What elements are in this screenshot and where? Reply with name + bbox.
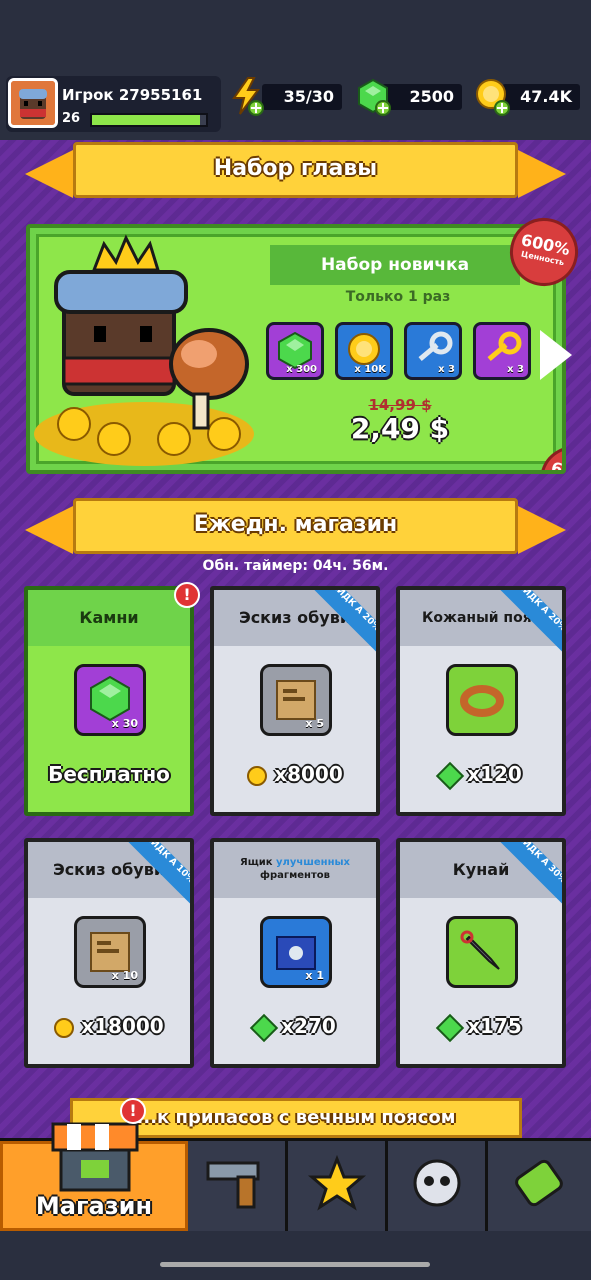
chapter-pack-title: Набор главы (73, 142, 518, 198)
daily-shop-title: Ежедн. магазин (73, 498, 518, 554)
price-button[interactable]: x175 (400, 1013, 562, 1042)
shop-card-fragment-chest[interactable]: Ящик улучшенных фрагментов x 1 x270 (210, 838, 380, 1068)
card-title: Ящик улучшенных фрагментов (214, 842, 376, 898)
item-qty: x 10K (354, 364, 386, 375)
hero-with-meat-icon (34, 234, 254, 466)
coin-icon (54, 1017, 75, 1038)
coin-item-icon[interactable]: x 10K (335, 322, 393, 380)
card-title-highlight: улучшенных (276, 857, 350, 868)
price-value: x270 (281, 1014, 336, 1038)
coin-icon (247, 765, 268, 786)
energy-counter[interactable]: 35/30 (262, 84, 342, 110)
leather-belt-icon (446, 664, 518, 736)
star-swords-icon (307, 1154, 367, 1211)
shop-card-boots-blueprint[interactable]: Эскиз обуви СКИДК А 20% x 5 x8000 (210, 586, 380, 816)
silver-key-icon[interactable]: x 3 (404, 322, 462, 380)
system-bar (0, 1232, 591, 1280)
banner-left-arrow (25, 506, 73, 554)
item-qty: x 300 (286, 364, 317, 375)
revolver-icon (206, 1161, 260, 1209)
banner-left-arrow (25, 150, 73, 198)
card-qty: x 30 (111, 717, 138, 730)
xp-bar-fill (92, 115, 201, 125)
price-button[interactable]: x270 (214, 1013, 376, 1042)
card-qty: x 5 (305, 717, 324, 730)
card-qty: x 10 (111, 969, 138, 982)
skull-icon (413, 1159, 461, 1207)
boots-blueprint-icon: x 10 (74, 916, 146, 988)
nav-tab-battle[interactable] (288, 1141, 388, 1231)
gem-icon (250, 1013, 279, 1042)
gem-counter[interactable]: 2500 (382, 84, 462, 110)
fragment-chest-icon: x 1 (260, 916, 332, 988)
belt-icon (460, 685, 504, 717)
price-button[interactable]: x8000 (214, 762, 376, 786)
starter-pack-title: Набор новичка (270, 245, 520, 285)
shop-stall-icon (51, 1122, 139, 1192)
player-avatar[interactable] (8, 78, 58, 128)
gem-icon: x 30 (74, 664, 146, 736)
card-title: Камни (28, 590, 190, 646)
value-percent: 600% (549, 458, 566, 474)
boots-blueprint-icon: x 5 (260, 664, 332, 736)
player-level: 26 (62, 111, 81, 126)
gold-key-icon[interactable]: x 3 (473, 322, 531, 380)
price-button[interactable]: x120 (400, 761, 562, 790)
free-button[interactable]: Бесплатно (28, 762, 190, 786)
banner-right-arrow (518, 506, 566, 554)
item-qty: x 3 (507, 364, 524, 375)
energy-icon[interactable] (228, 76, 264, 116)
shop-card-gems[interactable]: Камни x 30 Бесплатно (24, 586, 194, 816)
banner-right-arrow (518, 150, 566, 198)
home-indicator[interactable] (160, 1262, 430, 1267)
nav-tab-challenge[interactable] (388, 1141, 488, 1231)
alert-icon: ! (120, 1098, 146, 1124)
price-value: x18000 (81, 1014, 164, 1038)
card-title-suffix: фрагментов (260, 870, 330, 881)
kunai-icon (460, 930, 500, 970)
avatar-icon (11, 81, 55, 125)
alert-icon: ! (174, 582, 200, 608)
refresh-timer: Обн. таймер: 04ч. 56м. (202, 558, 389, 574)
price-button[interactable]: x18000 (28, 1014, 190, 1038)
shop-card-leather-belt[interactable]: Кожаный пояс СКИДК А 20% x120 (396, 586, 566, 816)
nav-tab-shop-label: Магазин (35, 1192, 153, 1220)
shop-card-boots-blueprint-2[interactable]: Эскиз обуви СКИДК А 10% x 10 x18000 (24, 838, 194, 1068)
gem-icon (436, 761, 465, 790)
card-title-prefix: Ящик (240, 857, 277, 868)
nav-tab-lab[interactable] (488, 1141, 591, 1231)
kunai-icon (446, 916, 518, 988)
buy-price-button[interactable]: 2,49 $ (340, 412, 460, 445)
card-qty: x 1 (305, 969, 324, 982)
starter-pack-limit: Только 1 раз (345, 289, 451, 305)
dna-capsule-icon (515, 1159, 563, 1207)
gem-icon (436, 1013, 465, 1042)
xp-bar (90, 113, 208, 127)
player-name: Игрок 27955161 (62, 86, 203, 104)
coin-counter[interactable]: 47.4K (502, 84, 580, 110)
item-qty: x 3 (438, 364, 455, 375)
gem-icon[interactable] (355, 76, 391, 116)
shop-card-kunai[interactable]: Кунай СКИДК А 30% x175 (396, 838, 566, 1068)
coin-icon[interactable] (474, 76, 510, 116)
gem-item-icon[interactable]: x 300 (266, 322, 324, 380)
nav-tab-weapons[interactable] (188, 1141, 288, 1231)
price-value: x120 (467, 762, 522, 786)
chapter-pack-header: Набор главы (25, 142, 566, 198)
price-value: x175 (467, 1014, 522, 1038)
daily-shop-header: Ежедн. магазин (25, 498, 566, 554)
next-arrow-icon[interactable] (540, 330, 572, 380)
price-value: x8000 (274, 762, 343, 786)
